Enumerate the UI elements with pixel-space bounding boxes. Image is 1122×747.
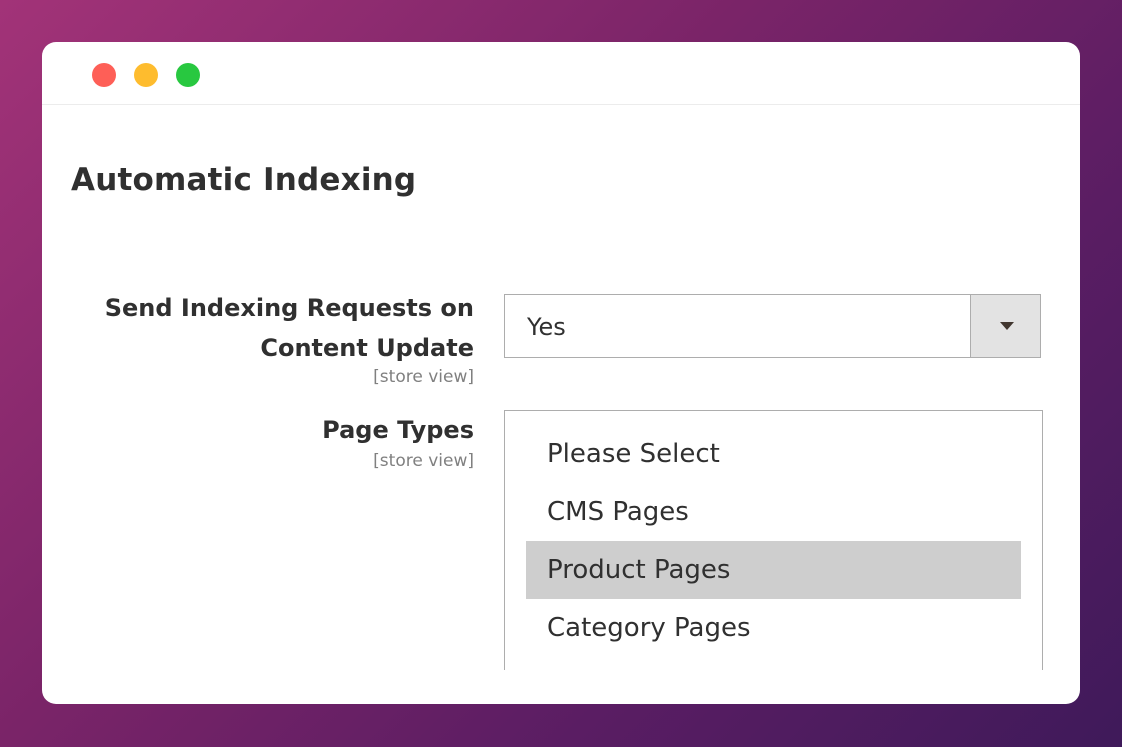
maximize-window-button[interactable] [176, 63, 200, 87]
page-types-option-selected[interactable]: Product Pages [526, 541, 1021, 599]
page-types-option[interactable]: Category Pages [526, 599, 1021, 657]
close-window-button[interactable] [92, 63, 116, 87]
send-indexing-label-line2: Content Update [260, 334, 474, 362]
window-titlebar [42, 42, 1080, 105]
page-types-scope: [store view] [373, 451, 474, 471]
send-indexing-label-line1: Send Indexing Requests on [104, 294, 474, 322]
page-types-option[interactable]: Please Select [526, 425, 1021, 483]
send-indexing-label: Send Indexing Requests on Content Update [105, 288, 474, 368]
page-types-label: Page Types [322, 416, 474, 444]
page-types-multiselect[interactable]: Please Select CMS Pages Product Pages Ca… [504, 410, 1043, 670]
page-types-option[interactable]: CMS Pages [526, 483, 1021, 541]
section-title: Automatic Indexing [71, 162, 417, 198]
minimize-window-button[interactable] [134, 63, 158, 87]
select-dropdown-toggle[interactable] [970, 295, 1040, 357]
send-indexing-scope: [store view] [373, 367, 474, 387]
send-indexing-select-value: Yes [527, 313, 566, 341]
app-window: Automatic Indexing Send Indexing Request… [42, 42, 1080, 704]
chevron-down-icon [1000, 322, 1014, 330]
send-indexing-select[interactable]: Yes [504, 294, 1041, 358]
